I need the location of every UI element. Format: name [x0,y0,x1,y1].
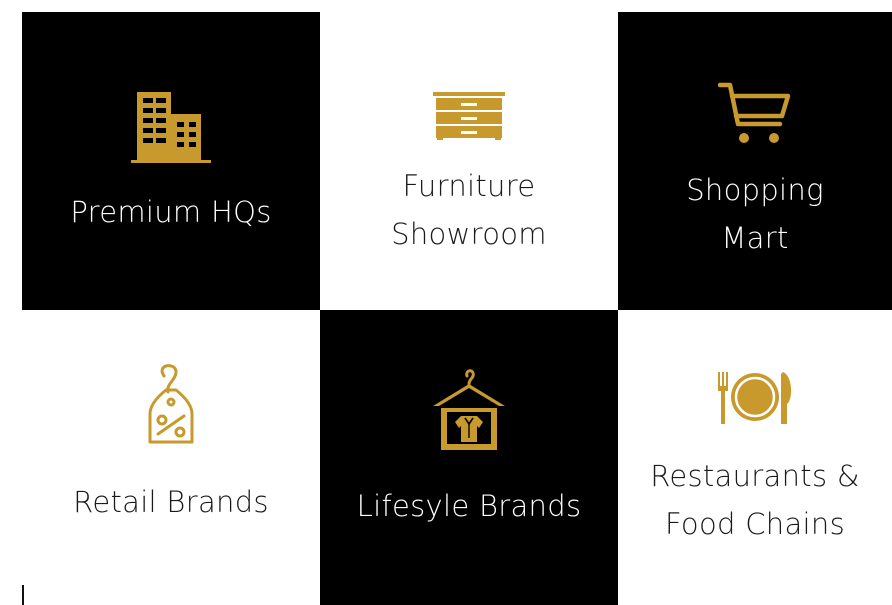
plate-cutlery-icon [718,372,792,424]
tile-label-line: Mart [721,221,789,255]
tile-label-line: Shopping [686,173,824,207]
price-tag-percent-icon [148,364,194,444]
tile-furniture-showroom[interactable]: Furniture Showroom [320,12,618,310]
tile-lifestyle-brands[interactable]: Lifesyle Brands [320,310,618,605]
text-cursor [22,585,24,605]
tile-label-line: Furniture [402,169,536,203]
shopping-cart-icon [718,82,791,143]
tile-label-line: Lifesyle Brands [356,489,582,523]
tile-label-line: Retail Brands [73,485,269,519]
office-building-icon [131,92,211,163]
dresser-icon [433,92,505,140]
tile-shopping-mart[interactable]: Shopping Mart [618,12,892,310]
tile-label-line: Showroom [391,217,547,251]
clothes-hanger-icon [433,369,505,450]
tile-label-line: Premium HQs [70,195,272,229]
tile-label-line: Restaurants & [650,459,860,493]
tile-premium-hqs[interactable]: Premium HQs [22,12,320,310]
tile-retail-brands[interactable]: Retail Brands [22,310,320,605]
tile-label-line: Food Chains [664,507,845,541]
tile-restaurants-food-chains[interactable]: Restaurants & Food Chains [618,310,892,605]
